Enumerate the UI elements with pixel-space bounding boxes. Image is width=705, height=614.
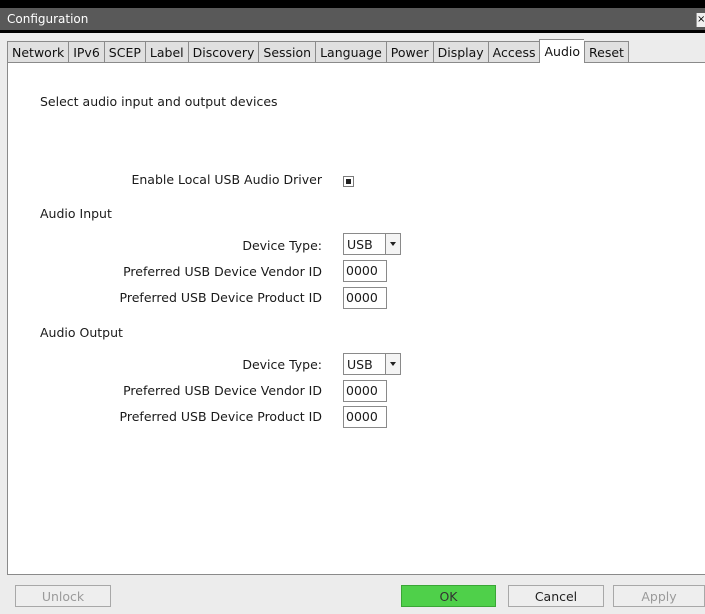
input-vendor-id-field[interactable]: 0000 <box>343 260 387 282</box>
tab-network[interactable]: Network <box>7 41 69 63</box>
configuration-window: Configuration × Network IPv6 SCEP Label … <box>0 0 705 614</box>
output-device-type-label: Device Type: <box>242 357 322 372</box>
title-bar: Configuration × <box>0 0 705 33</box>
output-device-type-select[interactable]: USB <box>343 353 401 375</box>
output-product-id-field[interactable]: 0000 <box>343 406 387 428</box>
tab-access[interactable]: Access <box>487 41 540 63</box>
tab-ipv6[interactable]: IPv6 <box>68 41 104 63</box>
tab-language[interactable]: Language <box>315 41 386 63</box>
tab-audio[interactable]: Audio <box>539 39 584 63</box>
cancel-button[interactable]: Cancel <box>508 585 604 607</box>
unlock-button[interactable]: Unlock <box>15 585 111 607</box>
ok-button[interactable]: OK <box>401 585 496 607</box>
tab-display[interactable]: Display <box>432 41 488 63</box>
input-product-id-label: Preferred USB Device Product ID <box>119 290 322 305</box>
chevron-down-icon[interactable] <box>385 234 400 254</box>
input-device-type-select[interactable]: USB <box>343 233 401 255</box>
tab-session[interactable]: Session <box>258 41 316 63</box>
close-icon[interactable]: × <box>696 13 705 27</box>
output-vendor-id-field[interactable]: 0000 <box>343 380 387 402</box>
audio-output-heading: Audio Output <box>40 325 123 340</box>
apply-button[interactable]: Apply <box>613 585 705 607</box>
tab-label[interactable]: Label <box>144 41 188 63</box>
audio-description: Select audio input and output devices <box>40 94 278 109</box>
audio-panel: Select audio input and output devices En… <box>7 62 705 575</box>
output-device-type-value: USB <box>347 357 373 372</box>
input-device-type-label: Device Type: <box>242 238 322 253</box>
window-title: Configuration <box>5 8 705 30</box>
output-vendor-id-label: Preferred USB Device Vendor ID <box>123 383 322 398</box>
enable-usb-audio-checkbox[interactable] <box>343 176 354 187</box>
output-product-id-label: Preferred USB Device Product ID <box>119 409 322 424</box>
tab-discovery[interactable]: Discovery <box>187 41 259 63</box>
input-product-id-field[interactable]: 0000 <box>343 287 387 309</box>
chevron-down-icon[interactable] <box>385 354 400 374</box>
input-vendor-id-label: Preferred USB Device Vendor ID <box>123 264 322 279</box>
tab-power[interactable]: Power <box>385 41 433 63</box>
audio-input-heading: Audio Input <box>40 206 112 221</box>
tab-reset[interactable]: Reset <box>584 41 629 63</box>
input-device-type-value: USB <box>347 237 373 252</box>
tab-bar: Network IPv6 SCEP Label Discovery Sessio… <box>7 39 629 63</box>
tab-scep[interactable]: SCEP <box>103 41 145 63</box>
enable-usb-audio-label: Enable Local USB Audio Driver <box>131 172 322 187</box>
